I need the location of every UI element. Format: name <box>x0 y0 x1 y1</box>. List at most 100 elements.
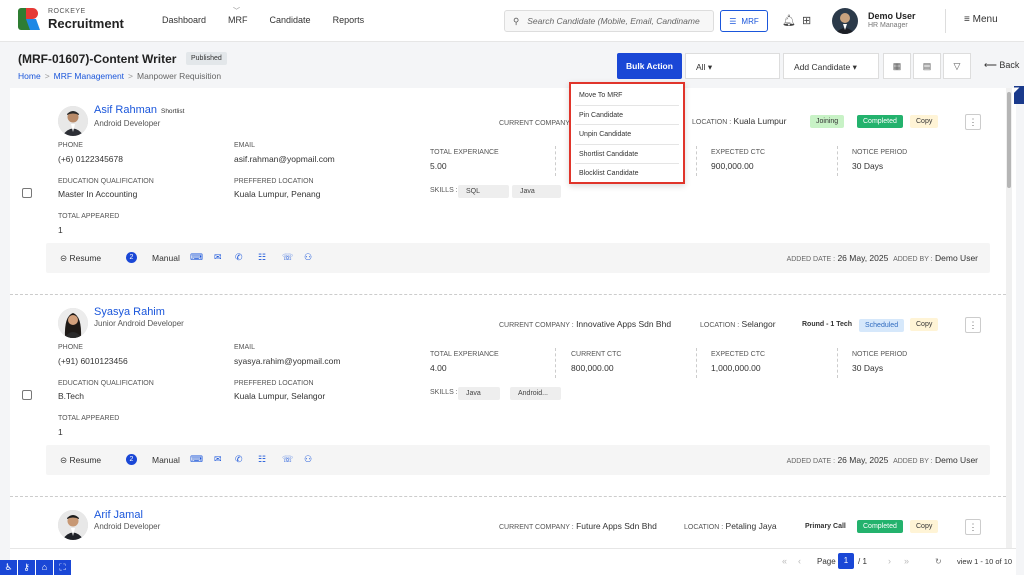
keyboard-icon[interactable]: ⌨ <box>190 252 203 263</box>
refresh-icon[interactable]: ↻ <box>935 557 942 566</box>
skills-label: SKILLS : <box>430 187 458 194</box>
more-options-button[interactable]: ⋮ <box>965 519 981 535</box>
breadcrumb-mrf-management[interactable]: MRF Management <box>54 71 124 81</box>
menu-item-pin-candidate[interactable]: Pin Candidate <box>575 106 679 125</box>
arrow-left-icon: ⟵ <box>984 60 997 70</box>
skill-tag: SQL <box>458 185 509 198</box>
team-icon[interactable]: ⚇ <box>304 454 312 465</box>
caret-down-icon: ▾ <box>852 62 857 72</box>
search-input[interactable]: ⚲ Search Candidate (Mobile, Email, Candi… <box>504 10 714 32</box>
pref-location-value: Kuala Lumpur, Selangor <box>234 391 326 401</box>
whatsapp-icon[interactable]: ✆ <box>235 454 243 465</box>
link-icon: ⊝ <box>60 455 68 465</box>
added-by-value: Demo User <box>935 455 978 465</box>
candidate-name-text: Arif Jamal <box>94 509 143 521</box>
mrf-button-label: MRF <box>741 16 759 26</box>
added-date-value: 26 May, 2025 <box>837 253 889 263</box>
menu-item-shortlist-candidate[interactable]: Shortlist Candidate <box>575 145 679 164</box>
mail-icon[interactable]: ✉ <box>214 454 222 465</box>
select-checkbox[interactable] <box>22 188 32 198</box>
last-page-icon[interactable]: » <box>904 556 909 566</box>
education-value: B.Tech <box>58 391 84 401</box>
filter-button[interactable]: ▽ <box>943 53 971 79</box>
select-checkbox[interactable] <box>22 390 32 400</box>
menu-item-blocklist-candidate[interactable]: Blocklist Candidate <box>575 164 679 184</box>
accessibility-icon[interactable]: ♿︎ <box>0 560 17 575</box>
mail-icon[interactable]: ✉ <box>214 252 222 263</box>
mrf-quick-button[interactable]: ☰ MRF <box>720 10 768 32</box>
side-panel-toggle-icon[interactable]: ◤ <box>1014 86 1024 104</box>
education-label: EDUCATION QUALIFICATION <box>58 178 154 185</box>
funnel-icon: ▽ <box>953 60 961 71</box>
status-filter-select[interactable]: All ▾ <box>685 53 780 79</box>
user-name[interactable]: Demo User <box>868 11 916 21</box>
columns-toggle-button[interactable]: ▦ <box>883 53 911 79</box>
breadcrumb-home[interactable]: Home <box>18 71 41 81</box>
location-value: Petaling Jaya <box>725 521 777 531</box>
candidate-name[interactable]: Syasya Rahim <box>94 306 165 318</box>
card-divider <box>10 294 1006 295</box>
skill-tag: Java <box>458 387 500 400</box>
phone-icon[interactable]: ☏ <box>282 454 293 465</box>
list-icon[interactable]: ☷ <box>258 454 266 465</box>
candidate-avatar[interactable] <box>58 106 88 136</box>
menu-button[interactable]: ≡ Menu <box>964 14 998 25</box>
keyboard-icon[interactable]: ⌨ <box>190 454 203 465</box>
hamburger-icon: ≡ <box>964 14 970 25</box>
candidate-role: Junior Android Developer <box>94 319 184 328</box>
resume-link[interactable]: ⊝ Resume <box>60 455 101 466</box>
apps-grid-icon[interactable]: ⊞ <box>802 14 811 27</box>
candidate-name[interactable]: Arif Jamal <box>94 509 143 521</box>
nav-reports[interactable]: Reports <box>333 15 365 25</box>
location: LOCATION : Petaling Jaya <box>684 521 777 531</box>
phone-value: (+91) 6010123456 <box>58 356 128 366</box>
current-company-value: Future Apps Sdn Bhd <box>576 521 657 531</box>
added-date-label: ADDED DATE : <box>786 256 836 263</box>
email-label: EMAIL <box>234 142 256 149</box>
bulk-action-button[interactable]: Bulk Action <box>617 53 682 79</box>
export-button[interactable]: ▤ <box>913 53 941 79</box>
more-options-button[interactable]: ⋮ <box>965 114 981 130</box>
next-page-icon[interactable]: › <box>888 556 891 566</box>
page-number-input[interactable]: 1 <box>838 553 854 569</box>
education-value: Master In Accounting <box>58 189 138 199</box>
more-options-button[interactable]: ⋮ <box>965 317 981 333</box>
prev-page-icon[interactable]: ‹ <box>798 556 801 566</box>
expand-icon[interactable]: ⛶ <box>54 560 71 575</box>
scrollbar-thumb[interactable] <box>1007 92 1011 188</box>
copy-button[interactable]: Copy <box>910 520 939 533</box>
bell-icon[interactable]: 🔔︎ <box>782 14 796 27</box>
brand-logo[interactable]: ROCKEYE Recruitment <box>18 8 124 30</box>
phone-icon[interactable]: ☏ <box>282 252 293 263</box>
list-icon[interactable]: ☷ <box>258 252 266 263</box>
candidate-avatar[interactable] <box>58 510 88 540</box>
team-icon[interactable]: ⚇ <box>304 252 312 263</box>
resume-count-badge: 2 <box>126 454 137 465</box>
menu-item-move-to-mrf[interactable]: Move To MRF <box>575 86 679 106</box>
current-company-label: CURRENT COMPANY : <box>499 322 574 329</box>
key-icon[interactable]: ⚷ <box>18 560 35 575</box>
avatar[interactable] <box>832 8 858 34</box>
candidate-avatar[interactable] <box>58 308 88 338</box>
back-button[interactable]: ⟵ Back <box>984 60 1019 71</box>
nav-candidate[interactable]: Candidate <box>270 15 311 25</box>
nav-dashboard[interactable]: Dashboard <box>162 15 206 25</box>
nav-mrf[interactable]: ﹀ MRF <box>228 8 248 25</box>
menu-item-unpin-candidate[interactable]: Unpin Candidate <box>575 125 679 145</box>
added-date-label: ADDED DATE : <box>786 458 836 465</box>
current-ctc-label: CURRENT CTC <box>571 351 622 358</box>
total-exp-label: TOTAL EXPERIANCE <box>430 351 499 358</box>
notice-value: 30 Days <box>852 363 884 373</box>
copy-button[interactable]: Copy <box>910 115 939 128</box>
copy-button[interactable]: Copy <box>910 318 939 331</box>
home-icon[interactable]: ⌂ <box>36 560 53 575</box>
whatsapp-icon[interactable]: ✆ <box>235 252 243 263</box>
email-value: asif.rahman@yopmail.com <box>234 154 335 164</box>
page-title: (MRF-01607)-Content Writer <box>18 52 177 66</box>
expected-ctc-label: EXPECTED CTC <box>711 149 766 156</box>
add-candidate-button[interactable]: Add Candidate ▾ <box>783 53 879 79</box>
resume-link[interactable]: ⊝ Resume <box>60 253 101 264</box>
first-page-icon[interactable]: « <box>782 556 787 566</box>
candidate-name[interactable]: Asif Rahman Shortlist <box>94 104 184 116</box>
divider <box>555 348 556 378</box>
